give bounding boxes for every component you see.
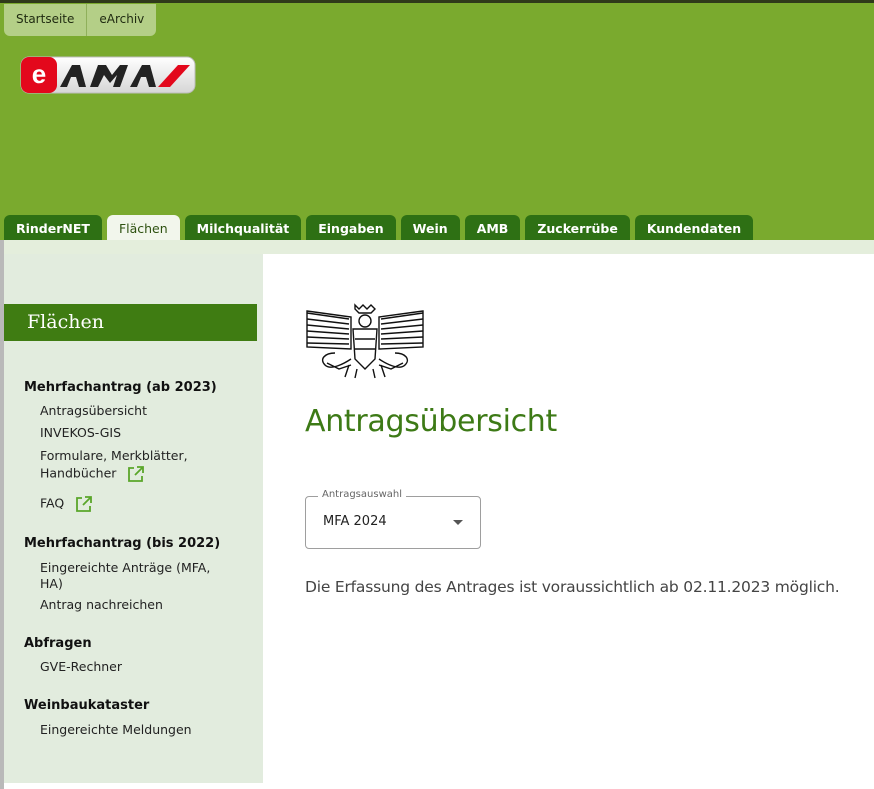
tab-wein[interactable]: Wein	[400, 215, 460, 243]
sidebar-item-gve-rechner[interactable]: GVE-Rechner	[40, 659, 250, 675]
utility-tab-startseite[interactable]: Startseite	[4, 4, 86, 36]
svg-text:e: e	[32, 59, 46, 89]
header-bar: Startseite eArchiv e RinderNET Flächen M…	[0, 0, 874, 243]
select-value: MFA 2024	[323, 514, 387, 529]
antragsauswahl-select[interactable]: Antragsauswahl MFA 2024	[305, 489, 481, 549]
sidebar-group-title: Mehrfachantrag (ab 2023)	[24, 380, 217, 395]
sidebar-item-label: FAQ	[40, 495, 65, 511]
chevron-down-icon[interactable]	[453, 520, 463, 525]
tab-eingaben[interactable]: Eingaben	[306, 215, 396, 243]
eama-logo[interactable]: e	[20, 55, 196, 95]
utility-tabs: Startseite eArchiv	[4, 4, 157, 36]
sidebar-item-eingereichte-antraege[interactable]: Eingereichte Anträge (MFA, HA)	[40, 560, 230, 592]
sidebar-item-invekos-gis[interactable]: INVEKOS-GIS	[40, 425, 250, 441]
tab-amb[interactable]: AMB	[464, 215, 521, 243]
sidebar-group-title: Abfragen	[24, 636, 92, 651]
tab-flaechen[interactable]: Flächen	[106, 215, 180, 243]
sidebar-item-formulare[interactable]: Formulare, Merkblätter, Handbücher	[40, 448, 210, 484]
tab-milchqualitaet[interactable]: Milchqualität	[184, 215, 302, 243]
sidebar-item-label: Formulare, Merkblätter, Handbücher	[40, 448, 188, 481]
main-content: Antragsübersicht Antragsauswahl MFA 2024…	[263, 254, 874, 789]
utility-tab-earchiv[interactable]: eArchiv	[86, 4, 156, 36]
main-nav-tabs: RinderNET Flächen Milchqualität Eingaben…	[4, 215, 754, 243]
sidebar-item-antrag-nachreichen[interactable]: Antrag nachreichen	[40, 597, 250, 613]
sidebar: Flächen Mehrfachantrag (ab 2023) Antrags…	[4, 254, 263, 783]
sidebar-title: Flächen	[4, 304, 257, 341]
tab-kundendaten[interactable]: Kundendaten	[634, 215, 754, 243]
sidebar-group-title: Mehrfachantrag (bis 2022)	[24, 536, 221, 551]
info-message: Die Erfassung des Antrages ist voraussic…	[305, 578, 840, 596]
subnav-bar	[0, 240, 874, 254]
sidebar-item-eingereichte-meldungen[interactable]: Eingereichte Meldungen	[40, 722, 250, 738]
sidebar-group-title: Weinbaukataster	[24, 698, 150, 713]
sidebar-item-faq[interactable]: FAQ	[40, 494, 250, 514]
tab-zuckerruebe[interactable]: Zuckerrübe	[525, 215, 630, 243]
tab-rindernet[interactable]: RinderNET	[4, 215, 102, 243]
sidebar-item-antragsuebersicht[interactable]: Antragsübersicht	[40, 403, 250, 419]
external-link-icon	[76, 496, 93, 512]
page-title: Antragsübersicht	[305, 404, 557, 439]
select-label: Antragsauswahl	[318, 489, 406, 500]
coat-of-arms-icon	[306, 303, 424, 379]
external-link-icon	[128, 466, 145, 482]
